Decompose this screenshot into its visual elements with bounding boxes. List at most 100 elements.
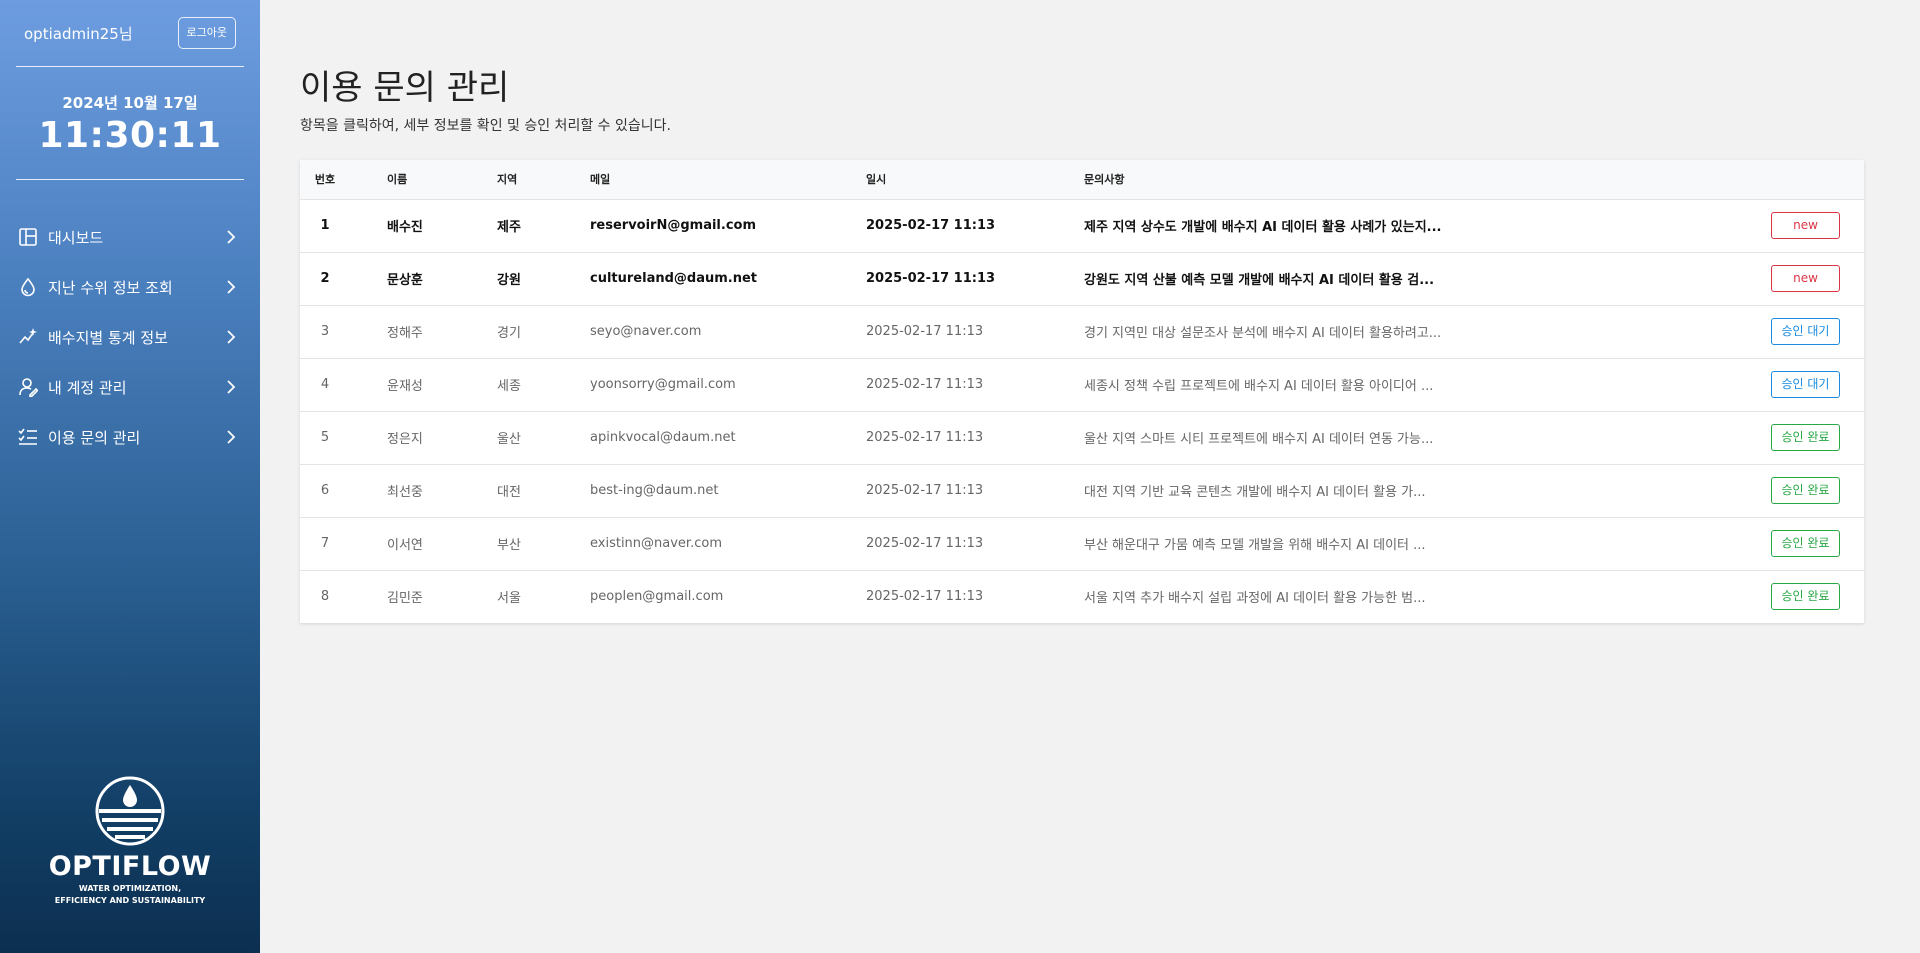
chevron-right-icon	[224, 230, 238, 244]
row-email: reservoirN@gmail.com	[590, 218, 757, 233]
status-badge[interactable]: 승인 완료	[1771, 583, 1840, 611]
row-email: existinn@naver.com	[590, 536, 722, 551]
status-badge[interactable]: new	[1771, 265, 1840, 292]
sidebar-item-label: 내 계정 관리	[48, 378, 127, 397]
row-inquiry: 대전 지역 기반 교육 콘텐츠 개발에 배수지 AI 데이터 활용 가...	[1084, 485, 1426, 500]
status-badge[interactable]: 승인 대기	[1771, 318, 1840, 345]
column-header-email: 메일	[590, 173, 611, 187]
brand-tagline-line2: EFFICIENCY AND SUSTAINABILITY	[54, 896, 206, 905]
row-status-cell: 승인 완료	[1704, 517, 1864, 570]
row-number: 3	[320, 324, 330, 339]
row-region: 대전	[497, 485, 521, 500]
row-region: 부산	[497, 538, 521, 553]
table-row[interactable]: 2 문상훈 강원 cultureland@daum.net 2025-02-17…	[300, 252, 1864, 305]
column-header-region: 지역	[497, 173, 518, 187]
sidebar-item-dashboard[interactable]: 대시보드	[0, 212, 260, 262]
sidebar-item-statistics[interactable]: 배수지별 통계 정보	[0, 312, 260, 362]
divider	[16, 66, 244, 67]
row-name: 김민준	[387, 591, 423, 607]
row-inquiry: 울산 지역 스마트 시티 프로젝트에 배수지 AI 데이터 연동 가능...	[1084, 432, 1434, 447]
chevron-right-icon	[224, 430, 238, 444]
row-email: peoplen@gmail.com	[590, 589, 724, 605]
status-badge[interactable]: 승인 완료	[1771, 530, 1840, 557]
stats-sparkle-icon	[18, 327, 38, 347]
chevron-right-icon	[224, 380, 238, 394]
row-email: apinkvocal@daum.net	[590, 430, 736, 445]
row-name: 문상훈	[387, 273, 423, 288]
table-row[interactable]: 8 김민준 서울 peoplen@gmail.com 2025-02-17 11…	[300, 570, 1864, 623]
water-drop-icon	[18, 277, 38, 297]
row-number: 2	[320, 271, 330, 286]
logout-button[interactable]: 로그아웃	[177, 17, 236, 49]
row-number: 6	[320, 483, 330, 498]
row-region: 세종	[497, 379, 521, 394]
row-number: 7	[320, 536, 330, 551]
page-subtitle: 항목을 클릭하여, 세부 정보를 확인 및 승인 처리할 수 있습니다.	[300, 118, 671, 134]
row-date: 2025-02-17 11:13	[866, 271, 996, 286]
row-inquiry: 경기 지역민 대상 설문조사 분석에 배수지 AI 데이터 활용하려고...	[1084, 326, 1442, 341]
row-status-cell: new	[1704, 199, 1864, 252]
status-badge[interactable]: new	[1771, 212, 1840, 239]
brand-name: OPTIFLOW	[48, 851, 212, 882]
row-email: yoonsorry@gmail.com	[590, 377, 736, 392]
table-row[interactable]: 6 최선중 대전 best-ing@daum.net 2025-02-17 11…	[300, 464, 1864, 517]
user-name: optiadmin25님	[24, 24, 133, 43]
column-header-date: 일시	[866, 173, 887, 187]
checklist-icon	[18, 427, 38, 447]
table-row[interactable]: 5 정은지 울산 apinkvocal@daum.net 2025-02-17 …	[300, 411, 1864, 464]
table-row[interactable]: 4 윤재성 세종 yoonsorry@gmail.com 2025-02-17 …	[300, 358, 1864, 411]
sidebar: optiadmin25님 로그아웃 2024년 10월 17일 11:30:11…	[0, 0, 260, 953]
row-region: 울산	[497, 432, 521, 447]
page-title: 이용 문의 관리	[300, 68, 510, 108]
sidebar-item-label: 대시보드	[48, 228, 104, 247]
row-inquiry: 서울 지역 추가 배수지 설립 과정에 AI 데이터 활용 가능한 범...	[1084, 591, 1426, 607]
status-badge[interactable]: 승인 대기	[1771, 371, 1840, 398]
inquiry-table: 번호 이름 지역 메일 일시 문의사항 1 배수진 제주 reservoirN@…	[300, 160, 1864, 623]
row-number: 4	[320, 377, 330, 392]
sidebar-nav: 대시보드 지난 수위 정보 조회 배수지별 통계 정보 내 계정 관리 이용 문…	[0, 212, 260, 462]
row-region: 제주	[497, 220, 521, 235]
row-email: seyo@naver.com	[590, 324, 702, 339]
row-inquiry: 부산 해운대구 가뭄 예측 모델 개발을 위해 배수지 AI 데이터 ...	[1084, 538, 1426, 553]
table-row[interactable]: 7 이서연 부산 existinn@naver.com 2025-02-17 1…	[300, 517, 1864, 570]
chevron-right-icon	[224, 280, 238, 294]
dashboard-icon	[18, 227, 38, 247]
row-inquiry: 제주 지역 상수도 개발에 배수지 AI 데이터 활용 사례가 있는지...	[1084, 220, 1442, 235]
status-badge[interactable]: 승인 완료	[1771, 477, 1840, 504]
row-number: 5	[320, 430, 330, 445]
row-date: 2025-02-17 11:13	[866, 377, 984, 392]
column-header-status	[1704, 160, 1864, 199]
row-email: best-ing@daum.net	[590, 483, 719, 498]
status-badge[interactable]: 승인 완료	[1771, 424, 1840, 451]
clock: 2024년 10월 17일 11:30:11	[0, 92, 260, 156]
sidebar-item-water-level[interactable]: 지난 수위 정보 조회	[0, 262, 260, 312]
row-name: 정은지	[387, 432, 423, 447]
row-status-cell: 승인 대기	[1704, 358, 1864, 411]
row-region: 서울	[497, 591, 521, 607]
row-date: 2025-02-17 11:13	[866, 589, 984, 605]
divider	[16, 179, 244, 180]
sidebar-item-inquiries[interactable]: 이용 문의 관리	[0, 412, 260, 462]
current-date: 2024년 10월 17일	[62, 94, 198, 112]
brand: OPTIFLOW WATER OPTIMIZATION, EFFICIENCY …	[0, 775, 260, 906]
sidebar-item-label: 배수지별 통계 정보	[48, 328, 168, 347]
row-date: 2025-02-17 11:13	[866, 536, 984, 551]
table-header-row: 번호 이름 지역 메일 일시 문의사항	[300, 160, 1864, 199]
row-email: cultureland@daum.net	[590, 271, 758, 286]
column-header-name: 이름	[387, 173, 408, 187]
table-row[interactable]: 1 배수진 제주 reservoirN@gmail.com 2025-02-17…	[300, 199, 1864, 252]
chevron-right-icon	[224, 330, 238, 344]
user-row: optiadmin25님 로그아웃	[24, 16, 236, 50]
row-name: 이서연	[387, 538, 423, 553]
sidebar-item-account[interactable]: 내 계정 관리	[0, 362, 260, 412]
row-status-cell: 승인 완료	[1704, 411, 1864, 464]
row-number: 1	[320, 218, 330, 233]
user-settings-icon	[18, 377, 38, 397]
row-name: 최선중	[387, 485, 423, 500]
row-name: 배수진	[387, 220, 423, 235]
row-inquiry: 강원도 지역 산불 예측 모델 개발에 배수지 AI 데이터 활용 검...	[1084, 273, 1435, 288]
inquiry-table-card: 번호 이름 지역 메일 일시 문의사항 1 배수진 제주 reservoirN@…	[300, 160, 1864, 623]
row-date: 2025-02-17 11:13	[866, 218, 996, 233]
table-row[interactable]: 3 정해주 경기 seyo@naver.com 2025-02-17 11:13…	[300, 305, 1864, 358]
sidebar-item-label: 이용 문의 관리	[48, 428, 141, 447]
